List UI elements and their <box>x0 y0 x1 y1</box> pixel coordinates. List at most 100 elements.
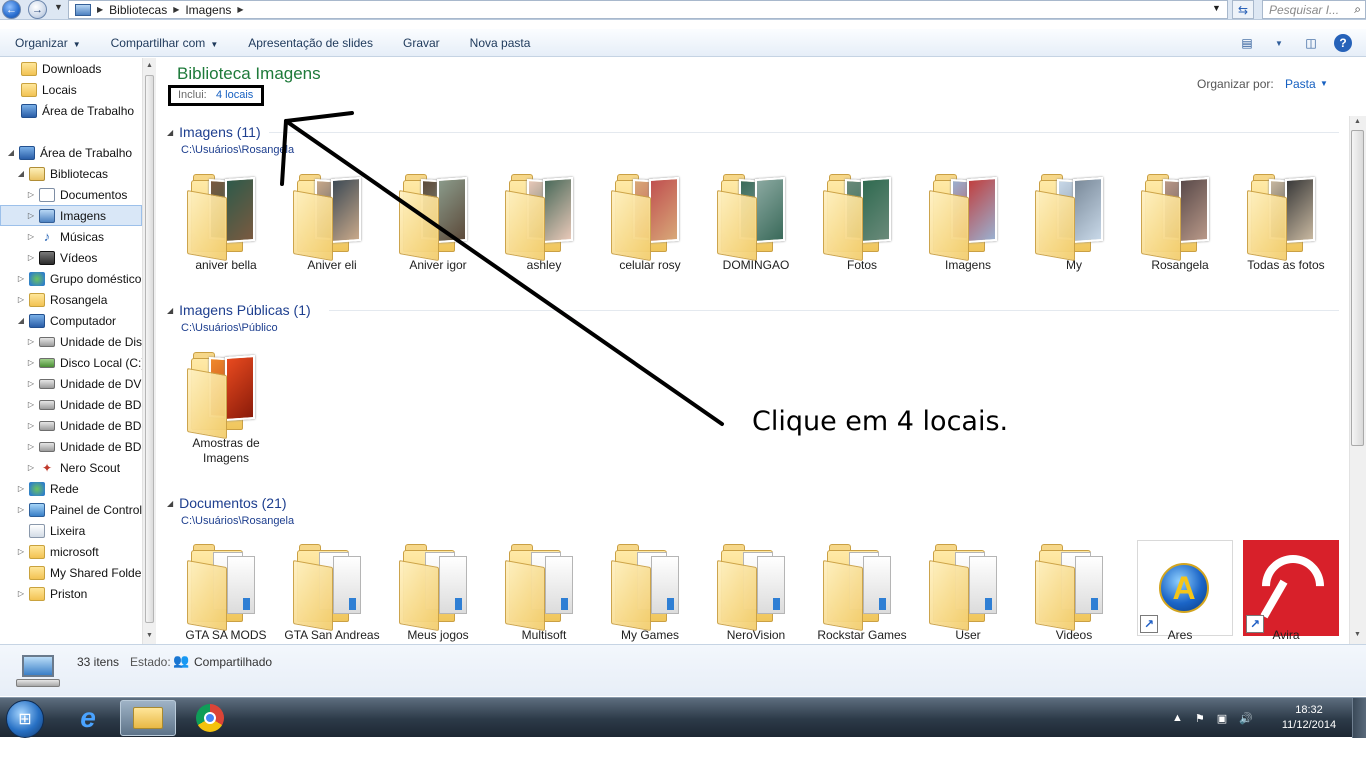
sidebar-item-computer[interactable]: ◢ Computador <box>16 310 116 331</box>
folder-tile[interactable]: Todas as fotos <box>1233 162 1339 282</box>
expand-icon[interactable]: ▷ <box>26 211 36 220</box>
expand-icon[interactable]: ▷ <box>26 400 36 409</box>
folder-tile[interactable]: DOMINGAO <box>703 162 809 282</box>
folder-tile[interactable]: Rockstar Games <box>809 532 915 644</box>
folder-tile[interactable]: ashley <box>491 162 597 282</box>
folder-tile[interactable]: Videos <box>1021 532 1127 644</box>
clock[interactable]: 18:32 11/12/2014 <box>1274 703 1344 733</box>
folder-tile[interactable]: Aniver igor <box>385 162 491 282</box>
folder-tile[interactable]: Multisoft <box>491 532 597 644</box>
chevron-down-icon[interactable]: ▼ <box>1320 79 1328 88</box>
sidebar-item-bd-3[interactable]: ▷ Unidade de BD- <box>26 436 145 457</box>
expand-icon[interactable]: ▷ <box>16 274 26 283</box>
group-header-imagens[interactable]: ◢ Imagens (11) <box>167 122 261 142</box>
share-button[interactable]: Compartilhar com ▼ <box>96 36 234 50</box>
expand-icon[interactable]: ▷ <box>26 337 36 346</box>
sidebar-item-pictures[interactable]: ▷ Imagens <box>0 205 142 226</box>
sidebar-item-homegroup[interactable]: ▷ Grupo doméstico <box>16 268 141 289</box>
folder-tile[interactable]: Amostras de Imagens <box>173 340 279 465</box>
sidebar-item-desktop-fav[interactable]: Área de Trabalho <box>18 100 134 121</box>
chrome-icon[interactable] <box>182 700 238 736</box>
show-hidden-icons-icon[interactable]: ▲ <box>1172 712 1183 724</box>
back-button[interactable]: ← <box>2 0 21 19</box>
sidebar-item-dvd[interactable]: ▷ Unidade de DVD <box>26 373 150 394</box>
group-path[interactable]: C:\Usuários\Rosangela <box>181 144 294 156</box>
preview-pane-icon[interactable]: ◫ <box>1302 35 1320 51</box>
view-options-chevron-icon[interactable]: ▼ <box>1270 35 1288 51</box>
sidebar-item-bd-2[interactable]: ▷ Unidade de BD- <box>26 415 145 436</box>
ares-shortcut-tile[interactable]: A ↗ Ares <box>1127 532 1233 644</box>
recent-pages-chevron-icon[interactable]: ▼ <box>54 2 63 12</box>
sidebar-item-recycle-bin[interactable]: Lixeira <box>26 520 85 541</box>
includes-locations-link[interactable]: 4 locais <box>216 89 253 101</box>
folder-tile[interactable]: celular rosy <box>597 162 703 282</box>
folder-tile[interactable]: aniver bella <box>173 162 279 282</box>
search-input[interactable]: Pesquisar I... ⌕ <box>1262 0 1366 19</box>
collapse-icon[interactable]: ◢ <box>16 169 26 178</box>
sidebar-item-microsoft[interactable]: ▷ microsoft <box>16 541 99 562</box>
folder-tile[interactable]: Rosangela <box>1127 162 1233 282</box>
expand-icon[interactable]: ▷ <box>26 253 36 262</box>
start-button[interactable]: ⊞ <box>6 700 44 738</box>
breadcrumb[interactable]: ▶ Bibliotecas ▶ Imagens ▶ <box>68 0 1228 19</box>
folder-tile[interactable]: GTA SA MODS <box>173 532 279 644</box>
group-header-documentos[interactable]: ◢ Documentos (21) <box>167 493 287 513</box>
sidebar-item-nero-scout[interactable]: ▷ ✦ Nero Scout <box>26 457 120 478</box>
folder-tile[interactable]: Meus jogos <box>385 532 491 644</box>
content-scrollbar-thumb[interactable] <box>1351 130 1364 446</box>
expand-icon[interactable]: ▷ <box>16 295 26 304</box>
collapse-icon[interactable]: ◢ <box>167 128 173 137</box>
sidebar-item-libraries[interactable]: ◢ Bibliotecas <box>16 163 108 184</box>
collapse-icon[interactable]: ◢ <box>6 148 16 157</box>
folder-tile[interactable]: My <box>1021 162 1127 282</box>
scroll-down-icon[interactable]: ▼ <box>1354 631 1361 638</box>
show-desktop-button[interactable] <box>1352 698 1366 738</box>
expand-icon[interactable]: ▷ <box>26 358 36 367</box>
sidebar-item-bd-1[interactable]: ▷ Unidade de BD- <box>26 394 145 415</box>
action-center-flag-icon[interactable]: ⚑ <box>1195 712 1205 725</box>
chevron-right-icon[interactable]: ▶ <box>173 5 179 14</box>
search-icon[interactable]: ⌕ <box>1354 2 1361 17</box>
volume-icon[interactable]: 🔊 <box>1239 712 1253 725</box>
arrange-by-dropdown[interactable]: Pasta <box>1285 77 1316 91</box>
refresh-button[interactable]: ⇆ <box>1232 0 1254 19</box>
folder-tile[interactable]: My Games <box>597 532 703 644</box>
folder-tile[interactable]: NeroVision <box>703 532 809 644</box>
sidebar-item-network[interactable]: ▷ Rede <box>16 478 79 499</box>
scroll-up-icon[interactable]: ▲ <box>1354 118 1361 125</box>
sidebar-item-videos[interactable]: ▷ Vídeos <box>26 247 97 268</box>
avira-shortcut-tile[interactable]: ↗ Avira <box>1233 532 1339 644</box>
collapse-icon[interactable]: ◢ <box>167 306 173 315</box>
sidebar-item-desktop[interactable]: ◢ Área de Trabalho <box>6 142 132 163</box>
new-folder-button[interactable]: Nova pasta <box>455 36 546 50</box>
folder-tile[interactable]: Fotos <box>809 162 915 282</box>
folder-tile[interactable]: Aniver eli <box>279 162 385 282</box>
breadcrumb-item[interactable]: Bibliotecas <box>109 3 167 17</box>
sidebar-item-rosangela[interactable]: ▷ Rosangela <box>16 289 107 310</box>
sidebar-item-shared-folder[interactable]: My Shared Folder <box>26 562 145 583</box>
organize-button[interactable]: Organizar ▼ <box>0 36 96 50</box>
expand-icon[interactable]: ▷ <box>26 421 36 430</box>
chevron-right-icon[interactable]: ▶ <box>97 5 103 14</box>
group-path[interactable]: C:\Usuários\Rosangela <box>181 515 294 527</box>
change-view-icon[interactable]: ▤ <box>1238 35 1256 51</box>
breadcrumb-item[interactable]: Imagens <box>185 3 231 17</box>
burn-button[interactable]: Gravar <box>388 36 455 50</box>
sidebar-item-music[interactable]: ▷ ♪ Músicas <box>26 226 104 247</box>
scroll-up-icon[interactable]: ▲ <box>146 62 153 69</box>
sidebar-item-downloads[interactable]: Downloads <box>18 58 101 79</box>
expand-icon[interactable]: ▷ <box>16 547 26 556</box>
sidebar-item-locais[interactable]: Locais <box>18 79 77 100</box>
address-dropdown-icon[interactable]: ▼ <box>1212 3 1221 13</box>
sidebar-item-drive[interactable]: ▷ Unidade de Disc <box>26 331 148 352</box>
network-status-icon[interactable]: ▣ <box>1217 712 1227 725</box>
help-icon[interactable]: ? <box>1334 34 1352 52</box>
forward-button[interactable]: → <box>28 0 47 19</box>
collapse-icon[interactable]: ◢ <box>167 499 173 508</box>
expand-icon[interactable]: ▷ <box>16 505 26 514</box>
expand-icon[interactable]: ▷ <box>26 232 36 241</box>
expand-icon[interactable]: ▷ <box>16 589 26 598</box>
group-header-imagens-publicas[interactable]: ◢ Imagens Públicas (1) <box>167 300 311 320</box>
slideshow-button[interactable]: Apresentação de slides <box>233 36 388 50</box>
chevron-right-icon[interactable]: ▶ <box>237 5 243 14</box>
